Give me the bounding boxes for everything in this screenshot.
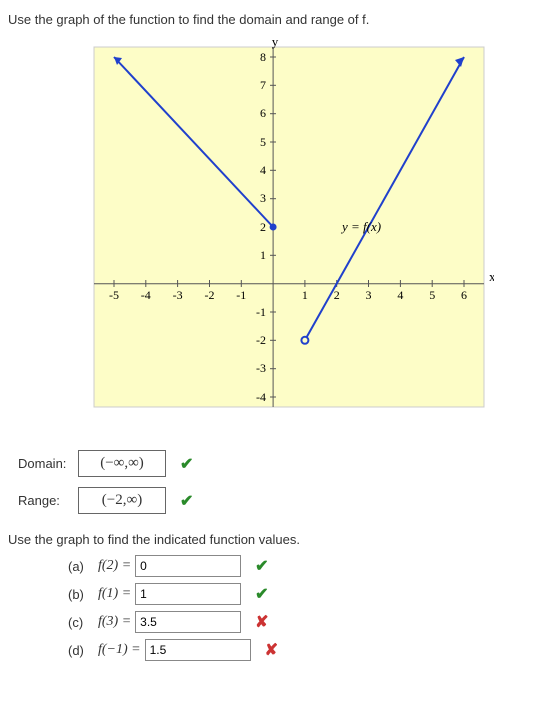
part-b-input[interactable]	[135, 583, 241, 605]
svg-text:2: 2	[260, 220, 266, 234]
part-a-input[interactable]	[135, 555, 241, 577]
part-c-input[interactable]	[135, 611, 241, 633]
part-c-expr: f(3) =	[98, 614, 131, 630]
cross-icon	[255, 612, 268, 632]
instruction-text: Use the graph of the function to find th…	[8, 12, 549, 27]
part-c-letter: (c)	[68, 615, 98, 630]
svg-text:-2: -2	[204, 288, 214, 302]
check-icon	[255, 584, 268, 604]
check-icon	[180, 491, 193, 511]
part-d-expr: f(−1) =	[98, 642, 141, 658]
y-label: y	[271, 37, 278, 49]
svg-text:5: 5	[260, 135, 266, 149]
svg-text:-3: -3	[256, 361, 266, 375]
domain-answer-box[interactable]: (−∞,∞)	[78, 450, 166, 477]
plot-background	[94, 47, 484, 407]
check-icon	[255, 556, 268, 576]
part-d-input[interactable]	[145, 639, 251, 661]
svg-text:1: 1	[301, 288, 307, 302]
instruction-text-2: Use the graph to find the indicated func…	[8, 532, 549, 547]
part-a-letter: (a)	[68, 559, 98, 574]
svg-text:-1: -1	[236, 288, 246, 302]
svg-text:-4: -4	[256, 390, 266, 404]
svg-text:-4: -4	[140, 288, 150, 302]
svg-text:-2: -2	[256, 333, 266, 347]
part-b-letter: (b)	[68, 587, 98, 602]
open-circle	[301, 337, 308, 344]
graph: -5 -4 -3 -2 -1 1 2 3 4 5 6 8 7 6 5 4 3 2…	[64, 37, 494, 430]
svg-text:2: 2	[333, 288, 339, 302]
function-label: y = f(x)	[340, 219, 381, 234]
part-a-expr: f(2) =	[98, 558, 131, 574]
svg-text:-1: -1	[256, 305, 266, 319]
svg-text:6: 6	[260, 106, 266, 120]
x-label: x	[489, 269, 494, 284]
range-label: Range:	[18, 493, 78, 508]
svg-text:3: 3	[365, 288, 371, 302]
svg-text:8: 8	[260, 50, 266, 64]
part-d-letter: (d)	[68, 643, 98, 658]
svg-text:4: 4	[397, 288, 403, 302]
cross-icon	[265, 640, 278, 660]
svg-text:5: 5	[429, 288, 435, 302]
part-b-expr: f(1) =	[98, 586, 131, 602]
check-icon	[180, 454, 193, 474]
svg-text:-5: -5	[109, 288, 119, 302]
domain-label: Domain:	[18, 456, 78, 471]
svg-text:3: 3	[260, 191, 266, 205]
svg-text:4: 4	[260, 163, 266, 177]
svg-text:1: 1	[260, 248, 266, 262]
svg-text:-3: -3	[172, 288, 182, 302]
vertex-point	[269, 224, 276, 231]
range-answer-box[interactable]: (−2,∞)	[78, 487, 166, 514]
svg-text:7: 7	[260, 78, 266, 92]
function-graph-svg: -5 -4 -3 -2 -1 1 2 3 4 5 6 8 7 6 5 4 3 2…	[64, 37, 494, 427]
svg-text:6: 6	[461, 288, 467, 302]
